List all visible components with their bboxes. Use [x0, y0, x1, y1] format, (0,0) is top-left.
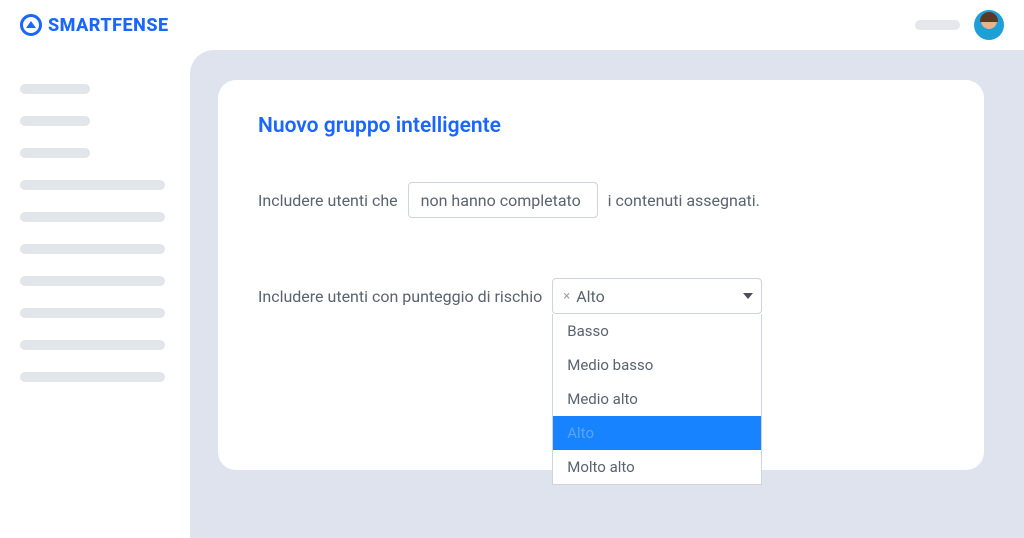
- smart-group-card: Nuovo gruppo intelligente Includere uten…: [218, 80, 984, 470]
- risk-option[interactable]: Alto: [553, 416, 761, 450]
- sidebar-item[interactable]: [20, 180, 165, 190]
- risk-select-value: Alto: [576, 287, 605, 306]
- sidebar-item[interactable]: [20, 340, 165, 350]
- card-title: Nuovo gruppo intelligente: [258, 114, 944, 138]
- main-wrap: Nuovo gruppo intelligente Includere uten…: [0, 50, 1024, 538]
- topbar: SMARTFENSE: [0, 0, 1024, 50]
- completion-select[interactable]: non hanno completato: [408, 182, 598, 218]
- sidebar-item[interactable]: [20, 276, 165, 286]
- risk-select[interactable]: × Alto: [552, 278, 762, 314]
- sidebar-item[interactable]: [20, 148, 90, 158]
- remove-tag-icon[interactable]: ×: [561, 289, 572, 304]
- sidebar: [0, 50, 190, 538]
- selected-tag: × Alto: [561, 287, 604, 306]
- sidebar-item[interactable]: [20, 244, 165, 254]
- risk-option[interactable]: Molto alto: [553, 450, 761, 484]
- risk-option[interactable]: Medio basso: [553, 348, 761, 382]
- brand-logo[interactable]: SMARTFENSE: [20, 14, 169, 36]
- completion-select-value: non hanno completato: [421, 191, 581, 210]
- avatar[interactable]: [974, 10, 1004, 40]
- sidebar-item[interactable]: [20, 116, 90, 126]
- sidebar-item[interactable]: [20, 308, 165, 318]
- topbar-placeholder: [915, 20, 960, 30]
- sidebar-item[interactable]: [20, 212, 165, 222]
- rule-row-risk: Includere utenti con punteggio di rischi…: [258, 278, 944, 314]
- rule-row-completion: Includere utenti che non hanno completat…: [258, 182, 944, 218]
- brand-icon: [20, 14, 42, 36]
- risk-dropdown-container: × Alto BassoMedio bassoMedio altoAltoMol…: [552, 278, 762, 314]
- sidebar-item[interactable]: [20, 84, 90, 94]
- risk-label-text: Includere utenti con punteggio di rischi…: [258, 287, 542, 306]
- rule-suffix-text: i contenuti assegnati.: [608, 191, 760, 210]
- risk-dropdown-list: BassoMedio bassoMedio altoAltoMolto alto: [552, 314, 762, 485]
- chevron-down-icon: [743, 293, 753, 299]
- rule-prefix-text: Includere utenti che: [258, 191, 398, 210]
- risk-option[interactable]: Basso: [553, 314, 761, 348]
- risk-option[interactable]: Medio alto: [553, 382, 761, 416]
- brand-name: SMARTFENSE: [48, 15, 169, 36]
- topbar-right: [915, 10, 1004, 40]
- sidebar-item[interactable]: [20, 372, 165, 382]
- content-area: Nuovo gruppo intelligente Includere uten…: [190, 50, 1024, 538]
